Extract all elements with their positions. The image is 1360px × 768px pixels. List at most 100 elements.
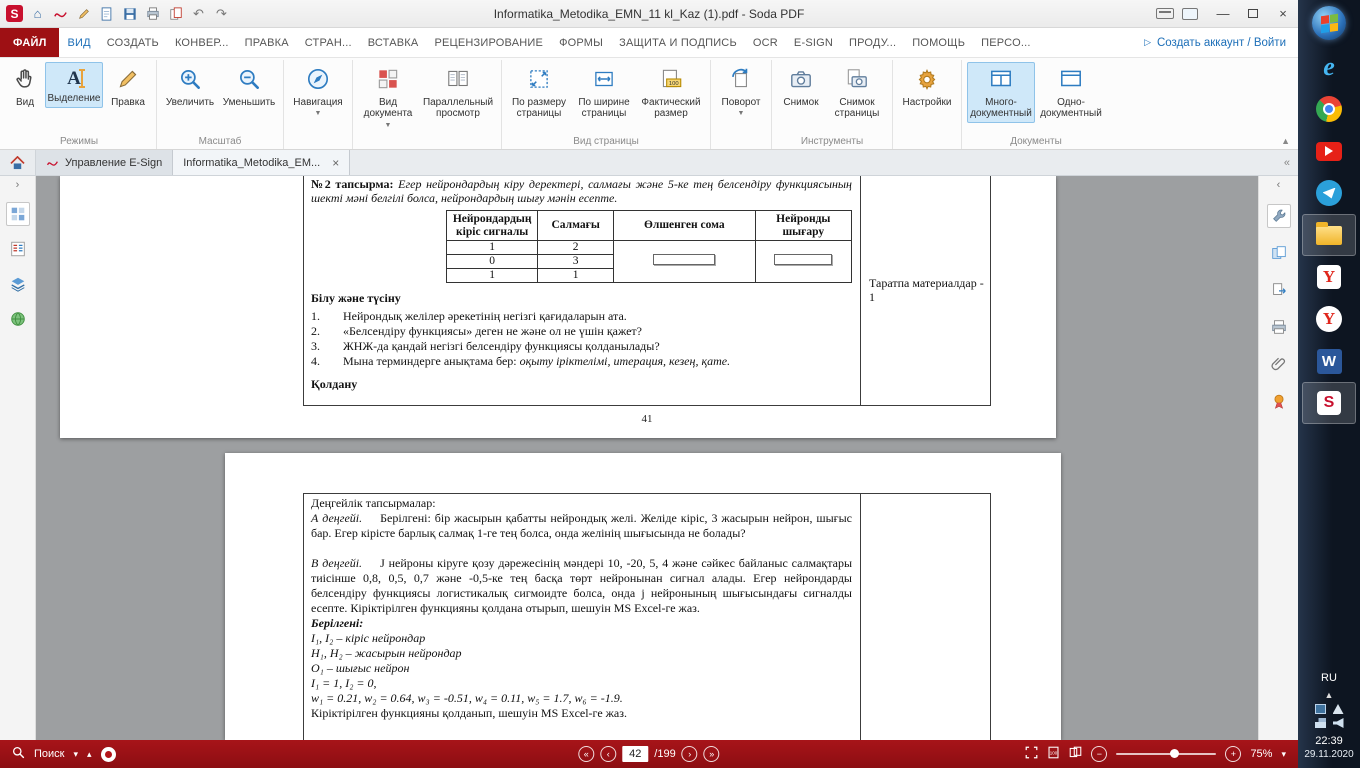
search-icon[interactable] — [12, 746, 25, 762]
notification-tray-icon[interactable] — [1333, 704, 1344, 714]
search-label[interactable]: Поиск — [34, 748, 64, 760]
edit-button[interactable]: Правка — [105, 62, 151, 111]
menu-item-personalize[interactable]: ПЕРСО... — [973, 28, 1038, 57]
minimize-button[interactable]: — — [1208, 0, 1238, 27]
menu-item-esign[interactable]: E-SIGN — [786, 28, 841, 57]
view-mode-button[interactable]: Вид — [7, 62, 43, 111]
menu-item-help[interactable]: ПОМОЩЬ — [904, 28, 973, 57]
page-snapshot-button[interactable]: Снимок страницы — [827, 62, 887, 123]
home-tab[interactable] — [0, 150, 36, 175]
volume-icon[interactable] — [1333, 718, 1344, 728]
select-button[interactable]: A Выделение — [45, 62, 103, 108]
assistant-badge-icon[interactable] — [101, 747, 116, 762]
soda-logo-icon[interactable]: S — [6, 5, 23, 22]
start-button[interactable] — [1298, 0, 1360, 46]
taskbar-explorer-button[interactable] — [1302, 214, 1356, 256]
taskbar-date[interactable]: 29.11.2020 — [1304, 749, 1353, 760]
taskbar-sodapdf-button[interactable]: S — [1302, 382, 1356, 424]
close-button[interactable]: × — [1268, 0, 1298, 27]
tab-document[interactable]: Informatika_Metodika_EM... × — [173, 150, 350, 175]
multi-document-button[interactable]: Много-документный — [967, 62, 1035, 123]
menu-item-review[interactable]: РЕЦЕНЗИРОВАНИЕ — [426, 28, 551, 57]
menu-item-file[interactable]: ФАЙЛ — [0, 28, 59, 57]
tray-expand-chevron[interactable]: ▲ — [1325, 690, 1334, 700]
home-icon[interactable]: ⌂ — [29, 5, 46, 22]
zoom-menu-chevron[interactable]: ▾ — [1281, 749, 1286, 760]
redo-icon[interactable]: ↷ — [213, 5, 230, 22]
touch-keyboard-icon[interactable] — [1156, 8, 1174, 19]
fullscreen-icon[interactable] — [1025, 746, 1038, 762]
edit-pencil-icon[interactable] — [75, 5, 92, 22]
menu-item-create[interactable]: СОЗДАТЬ — [99, 28, 167, 57]
organize-pages-button[interactable] — [1267, 241, 1291, 265]
document-view-button[interactable]: Вид документа ▼ — [358, 62, 418, 132]
web-panel-button[interactable] — [6, 307, 30, 331]
collapse-right-panel-chevron[interactable]: ‹ — [1277, 179, 1281, 191]
first-page-button[interactable]: « — [578, 746, 594, 762]
menu-item-edit[interactable]: ПРАВКА — [237, 28, 297, 57]
fit-view-status-icon[interactable] — [1069, 746, 1082, 762]
rotate-button[interactable]: Поворот ▼ — [716, 62, 766, 120]
tab-close-icon[interactable]: × — [332, 156, 339, 170]
taskbar-ie-button[interactable]: e — [1302, 46, 1356, 88]
network-icon[interactable] — [1315, 718, 1326, 728]
previous-page-button[interactable]: ‹ — [600, 746, 616, 762]
taskbar-yandex-browser-button[interactable]: Y — [1302, 298, 1356, 340]
export-button[interactable] — [1267, 278, 1291, 302]
menu-item-forms[interactable]: ФОРМЫ — [551, 28, 611, 57]
attachment-icon[interactable] — [1267, 352, 1291, 376]
undo-icon[interactable]: ↶ — [190, 5, 207, 22]
menu-item-pages[interactable]: СТРАН... — [297, 28, 360, 57]
pages-icon[interactable] — [167, 5, 184, 22]
menu-item-view[interactable]: ВИД — [59, 28, 98, 57]
taskbar-yandex-button[interactable]: Y — [1302, 256, 1356, 298]
menu-item-insert[interactable]: ВСТАВКА — [360, 28, 427, 57]
maximize-button[interactable] — [1238, 0, 1268, 27]
taskbar-browser-button[interactable] — [1302, 88, 1356, 130]
new-page-icon[interactable] — [98, 5, 115, 22]
form-field[interactable] — [774, 254, 832, 265]
esign-swoosh-icon[interactable] — [52, 5, 69, 22]
taskbar-telegram-button[interactable] — [1302, 172, 1356, 214]
taskbar-youtube-button[interactable] — [1302, 130, 1356, 172]
menu-item-ocr[interactable]: OCR — [745, 28, 786, 57]
tab-esign-management[interactable]: Управление E-Sign — [36, 150, 173, 175]
chevron-down-icon[interactable]: ▾ — [73, 749, 78, 760]
single-document-button[interactable]: Одно-документный — [1037, 62, 1105, 123]
fit-page-button[interactable]: По размеру страницы — [507, 62, 571, 123]
tab-scroll-chevron[interactable]: « — [1284, 150, 1298, 175]
print-icon[interactable] — [144, 5, 161, 22]
menu-item-secure-sign[interactable]: ЗАЩИТА И ПОДПИСЬ — [611, 28, 745, 57]
print-panel-button[interactable] — [1267, 315, 1291, 339]
next-page-button[interactable]: › — [682, 746, 698, 762]
navigation-button[interactable]: Навигация ▼ — [289, 62, 347, 120]
titlebar[interactable]: S ⌂ ↶ ↷ Informatika_Metodika_EMN_11 kl_K… — [0, 0, 1298, 28]
zoom-slider[interactable] — [1116, 753, 1216, 755]
save-icon[interactable] — [121, 5, 138, 22]
zoom-out-button[interactable]: Уменьшить — [220, 62, 278, 111]
page-input[interactable]: 42 — [622, 746, 648, 762]
expand-left-panel-chevron[interactable]: › — [16, 179, 20, 191]
menu-item-products[interactable]: ПРОДУ... — [841, 28, 904, 57]
snapshot-button[interactable]: Снимок — [777, 62, 825, 111]
tools-panel-button[interactable] — [1267, 204, 1291, 228]
parallel-view-button[interactable]: Параллельный просмотр — [420, 62, 496, 123]
display-tray-icon[interactable] — [1315, 704, 1326, 714]
fit-width-button[interactable]: По ширине страницы — [573, 62, 635, 123]
ribbon-collapse-chevron[interactable]: ▲ — [1281, 136, 1290, 146]
zoom-in-button[interactable]: Увеличить — [162, 62, 218, 111]
last-page-button[interactable]: » — [704, 746, 720, 762]
actual-size-status-icon[interactable]: 100 — [1047, 746, 1060, 762]
thumbnails-panel-button[interactable] — [6, 202, 30, 226]
taskbar-word-button[interactable]: W — [1302, 340, 1356, 382]
actual-size-button[interactable]: 100 Фактический размер — [637, 62, 705, 123]
settings-button[interactable]: Настройки — [898, 62, 956, 111]
form-field[interactable] — [653, 254, 715, 265]
zoom-in-button[interactable]: + — [1225, 746, 1241, 762]
zoom-out-button[interactable]: − — [1091, 746, 1107, 762]
display-icon[interactable] — [1182, 8, 1198, 20]
language-indicator[interactable]: RU — [1321, 672, 1337, 684]
chevron-up-icon[interactable]: ▴ — [87, 749, 92, 760]
menu-item-convert[interactable]: КОНВЕР... — [167, 28, 237, 57]
document-canvas[interactable]: №2 тапсырма: Егер нейрондардың кіру дере… — [36, 176, 1258, 740]
